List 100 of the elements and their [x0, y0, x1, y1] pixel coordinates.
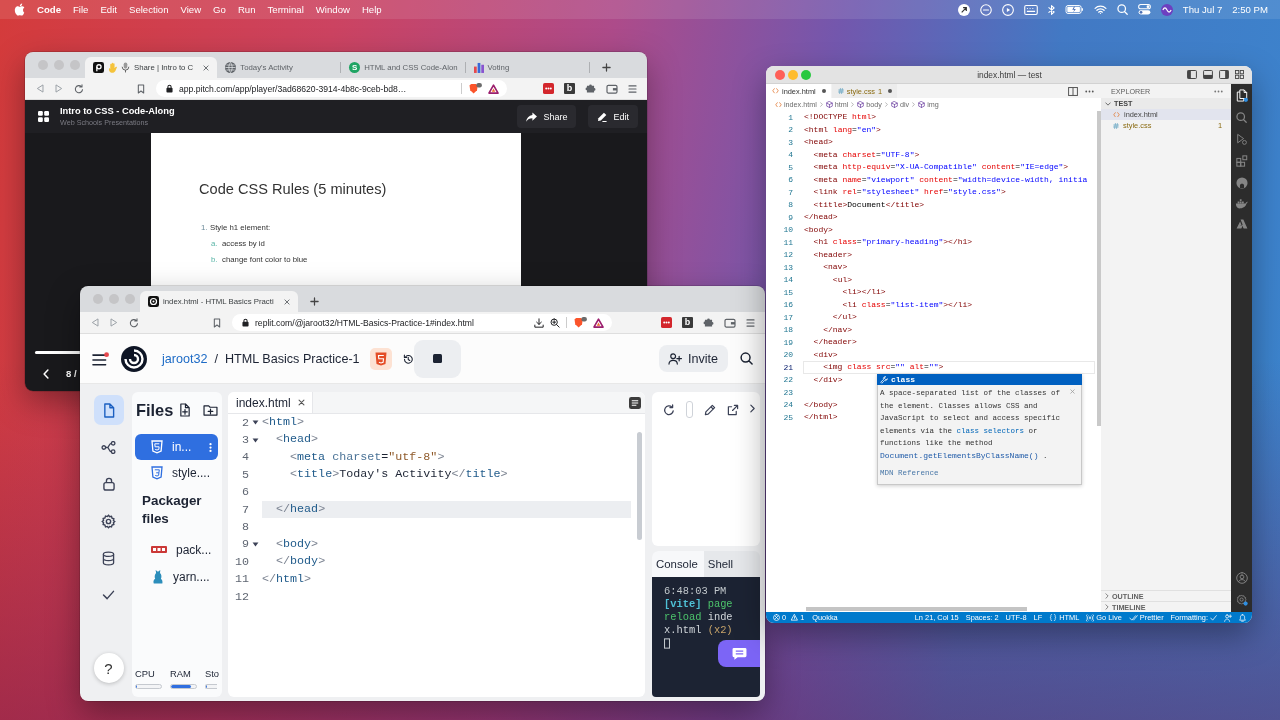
share-button[interactable]: Share — [517, 105, 577, 128]
new-tab-icon[interactable] — [309, 297, 319, 306]
wallet-icon[interactable] — [724, 317, 736, 328]
sidebar-tab[interactable] — [93, 395, 124, 425]
extension-button[interactable]: b — [564, 83, 575, 94]
menu-icon[interactable] — [92, 351, 109, 366]
fold-arrow-icon[interactable] — [252, 420, 259, 426]
more-icon[interactable] — [209, 441, 212, 453]
sidebar-toggle-icon[interactable] — [1219, 70, 1229, 79]
help-button[interactable]: ? — [93, 653, 124, 683]
reload-icon[interactable] — [74, 83, 84, 94]
edit-button[interactable]: Edit — [588, 105, 638, 128]
menu-time[interactable]: 2:50 PM — [1232, 4, 1268, 15]
menu-item[interactable]: Go — [213, 4, 226, 15]
menu-item[interactable]: View — [180, 4, 202, 15]
invite-button[interactable]: Invite — [658, 345, 728, 372]
console-tab[interactable]: Console — [652, 551, 704, 577]
menu-item[interactable]: File — [73, 4, 89, 15]
menu-item[interactable]: Edit — [100, 4, 117, 15]
app-menu[interactable]: Code — [37, 4, 61, 15]
menu-item[interactable]: Run — [237, 4, 256, 15]
logo-icon[interactable] — [121, 345, 147, 372]
pencil-icon[interactable] — [704, 404, 716, 416]
puzzle-icon[interactable] — [585, 84, 596, 93]
tree-item[interactable]: style.... — [135, 460, 218, 486]
close-icon[interactable] — [297, 399, 305, 406]
account-icon[interactable] — [1235, 572, 1248, 584]
address-bar[interactable]: replit.com/@jaroot32/HTML-Basics-Practice-1#index.html — [232, 314, 612, 331]
microphone-icon — [121, 62, 130, 73]
search-icon[interactable] — [740, 352, 753, 365]
open-external-icon[interactable] — [727, 404, 739, 416]
owner-link[interactable]: jaroot32 — [162, 351, 208, 366]
wifi-icon[interactable] — [1093, 5, 1107, 14]
bell-icon[interactable] — [1239, 613, 1246, 622]
tree-item[interactable]: pack... — [135, 536, 218, 563]
triangle-logo-icon[interactable] — [1235, 219, 1248, 229]
more-icon[interactable] — [1214, 89, 1223, 93]
menu-item[interactable]: Window — [315, 4, 350, 15]
reload-icon[interactable] — [129, 317, 139, 328]
voice-orb-icon[interactable] — [1160, 3, 1173, 16]
apple-icon[interactable] — [14, 3, 25, 16]
keyboard-icon[interactable] — [1023, 4, 1038, 15]
person-plus-icon[interactable] — [1224, 613, 1232, 622]
fold-arrow-icon[interactable] — [252, 437, 259, 443]
menu-date[interactable]: Thu Jul 7 — [1182, 4, 1223, 15]
extensions-icon[interactable] — [1235, 155, 1248, 167]
circle-logo-icon[interactable] — [1235, 177, 1248, 189]
layout-icon[interactable] — [1235, 70, 1244, 79]
close-icon[interactable] — [203, 64, 210, 71]
grid-icon[interactable] — [38, 111, 49, 122]
menu-item[interactable]: Selection — [129, 4, 169, 15]
fold-arrow-icon[interactable] — [252, 541, 259, 547]
close-icon[interactable] — [283, 298, 290, 305]
chevron-right-icon[interactable] — [750, 404, 755, 413]
extension-icon[interactable] — [661, 317, 672, 328]
puzzle-icon[interactable] — [703, 318, 714, 327]
whale-icon[interactable] — [1234, 199, 1249, 209]
shield-icon[interactable] — [468, 83, 482, 94]
repl-title[interactable]: HTML Basics Practice-1 — [225, 351, 360, 366]
new-tab-icon[interactable] — [601, 63, 611, 72]
reload-icon[interactable] — [663, 404, 675, 416]
triangle-icon[interactable] — [488, 83, 499, 94]
stop-button[interactable] — [413, 339, 461, 378]
arrow-circle-icon[interactable] — [957, 3, 970, 16]
play-circle-icon[interactable] — [1001, 3, 1014, 16]
tree-item[interactable]: yarn.... — [135, 563, 218, 590]
code-line: <!DOCTYPE html> — [803, 111, 878, 123]
bluetooth-icon[interactable] — [1047, 3, 1055, 16]
more-icon[interactable] — [1085, 89, 1094, 93]
chevron-right-icon — [851, 102, 855, 107]
extension-icon[interactable] — [543, 83, 554, 94]
url-field[interactable] — [686, 401, 693, 418]
run-debug-icon[interactable] — [1236, 133, 1247, 145]
suggestion-item[interactable]: class — [877, 374, 1082, 385]
new-file-icon[interactable] — [179, 403, 192, 417]
tree-item[interactable]: in... — [135, 434, 218, 460]
zoom-icon[interactable] — [550, 317, 560, 328]
wallet-icon[interactable] — [606, 83, 618, 94]
settings-icon[interactable] — [1235, 594, 1248, 606]
extension-button[interactable]: b — [682, 317, 693, 328]
menu-item[interactable]: Terminal — [267, 4, 304, 15]
split-editor-icon[interactable] — [1068, 86, 1078, 96]
shield-badge-icon[interactable] — [369, 347, 392, 370]
bookmark-icon[interactable] — [213, 317, 221, 328]
outline-icon[interactable] — [629, 396, 641, 409]
panel-toggle-icon[interactable] — [1203, 70, 1213, 79]
control-center-icon[interactable] — [1137, 4, 1151, 15]
chat-button[interactable] — [718, 640, 760, 667]
shield-icon[interactable] — [573, 317, 587, 328]
download-icon[interactable] — [534, 317, 544, 328]
triangle-icon[interactable] — [593, 317, 604, 328]
bookmark-icon[interactable] — [137, 83, 145, 94]
new-folder-icon[interactable] — [203, 404, 219, 416]
battery-icon[interactable] — [1064, 5, 1084, 14]
menu-item[interactable]: Help — [361, 4, 382, 15]
files-icon[interactable] — [1235, 89, 1248, 102]
editor-tab[interactable]: index.html — [228, 392, 313, 413]
history-icon[interactable] — [402, 353, 413, 364]
sidebar-toggle-icon[interactable] — [1187, 70, 1197, 79]
address-bar[interactable]: app.pitch.com/app/player/3ad68620-3914-4b8c-9ceb-bd8… — [156, 80, 507, 97]
